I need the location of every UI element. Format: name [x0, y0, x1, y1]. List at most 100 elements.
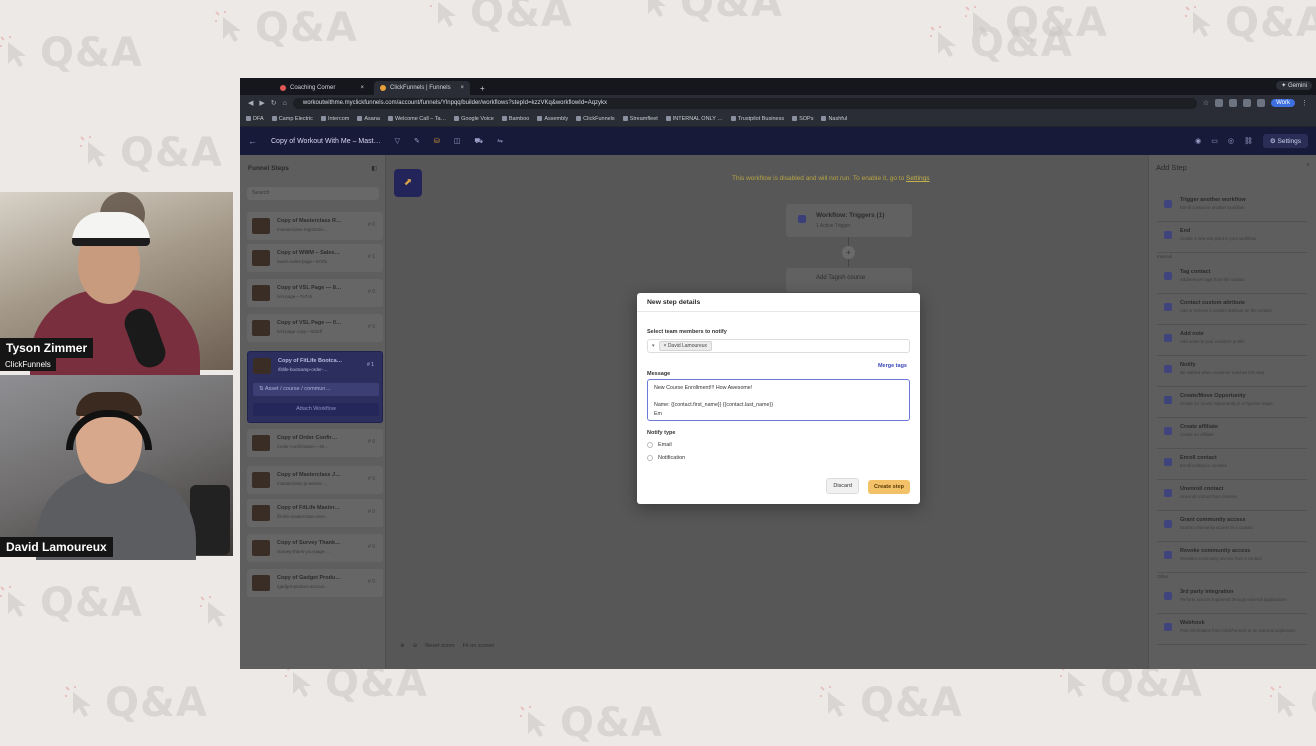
step-search-input[interactable]: Search [247, 187, 379, 200]
add-step-option[interactable]: Unenroll contact Unenroll contact from co… [1156, 482, 1312, 508]
funnel-step-item[interactable]: Copy of Masterclass R… /masterclass-regis… [247, 212, 383, 240]
add-step-option[interactable]: End Create a new exit point in your workf… [1156, 224, 1312, 250]
home-icon[interactable]: ⌂ [283, 100, 287, 107]
trigger-node[interactable]: Workflow: Triggers (1) 1 Active Trigger [786, 204, 912, 237]
discard-button[interactable]: Discard [826, 478, 859, 494]
option-description: Revokes community access from a contact [1180, 556, 1262, 561]
add-step-option[interactable]: 3rd party integration Perform actions sup… [1156, 585, 1312, 611]
bookmark-item[interactable]: Intercom [320, 116, 349, 122]
zoom-icon[interactable]: ⊕ [400, 643, 405, 649]
reload-icon[interactable]: ↻ [271, 99, 277, 107]
add-step-option[interactable]: Create/Move Opportunity Create (or move) … [1156, 389, 1312, 415]
extension-icon[interactable] [1257, 99, 1266, 107]
profile-button[interactable]: Work [1271, 99, 1295, 107]
funnel-step-item[interactable]: Copy of VSL Page — 8… /vsl-page—7e7c6 # 0 [247, 279, 383, 307]
zoom-out-icon[interactable]: ⊖ [413, 643, 418, 649]
collapse-panel-icon[interactable]: ◧ [371, 165, 377, 172]
notify-email-option[interactable]: Email [647, 442, 672, 448]
pencil-icon[interactable]: ✎ [414, 137, 420, 145]
modal-title: New step details [637, 293, 920, 312]
analytics-icon[interactable]: ⬈ [394, 169, 422, 197]
add-step-option[interactable]: Tag contact Add/remove tags from the cont… [1156, 265, 1312, 291]
extension-icon[interactable] [1215, 99, 1224, 107]
cart-icon[interactable]: ⛟ [474, 137, 483, 146]
panel-title: Add Step [1156, 163, 1187, 172]
funnel-step-item[interactable]: Copy of FitLife Bootca… /fitlife-bootcamp… [247, 351, 383, 423]
attach-workflow-button[interactable]: Attach Workflow [253, 403, 379, 416]
bookmark-star-icon[interactable]: ☆ [1203, 99, 1209, 107]
add-step-option[interactable]: Revoke community access Revokes community… [1156, 544, 1312, 570]
url-field[interactable]: workoutwithme.myclickfunnels.com/account… [292, 97, 1197, 109]
layout-icon[interactable]: ◫ [454, 137, 461, 145]
extension-icon[interactable] [1229, 99, 1238, 107]
device-icon[interactable]: ▭ [1211, 137, 1218, 145]
bookmark-item[interactable]: Streamfleet [622, 116, 658, 122]
bookmark-item[interactable]: Welcome Call – Ta… [387, 116, 446, 122]
settings-link[interactable]: Settings [906, 175, 930, 182]
tab-close-icon[interactable]: × [360, 85, 364, 91]
notify-notification-option[interactable]: Notification [647, 455, 685, 461]
back-arrow-icon[interactable]: ← [248, 136, 257, 146]
funnel-title[interactable]: Copy of Workout With Me – Mast… [271, 138, 381, 145]
create-step-button[interactable]: Create step [868, 480, 910, 494]
split-icon[interactable]: ⇋ [497, 137, 503, 145]
bookmark-item[interactable]: Bamboo [501, 116, 529, 122]
funnel-step-item[interactable]: Copy of Masterclass J… /masterclass-jv-as… [247, 466, 383, 494]
extension-icon[interactable] [1243, 99, 1252, 107]
funnel-step-item[interactable]: Copy of Gadget Produ… /gadget-product-acc… [247, 569, 383, 597]
team-members-select[interactable]: ▾ × David Lamoureux [647, 339, 910, 353]
bookmark-item[interactable]: Assembly [537, 116, 568, 122]
bookmark-item[interactable]: INTERNAL ONLY … [665, 116, 723, 122]
action-node[interactable]: Add Tagish course [786, 268, 912, 292]
message-textarea[interactable]: New Course Enrollment!!! How Awesome! Na… [647, 379, 910, 421]
funnel-step-item[interactable]: Copy of Order Confir… /order-confirmation… [247, 429, 383, 457]
option-label: Email [658, 442, 672, 448]
team-member-chip[interactable]: × David Lamoureux [658, 341, 713, 351]
bookmark-item[interactable]: Asana [357, 116, 380, 122]
link-icon[interactable]: ⛓ [1244, 137, 1253, 145]
funnel-step-item[interactable]: Copy of FitLife Master… /fit-life-masterc… [247, 499, 383, 527]
funnel-step-item[interactable]: Copy of VSL Page — 0… /vsl-page-copy—832d… [247, 314, 383, 342]
funnel-step-item[interactable]: Copy of Survey Thank… /survey-thank-you-p… [247, 534, 383, 562]
add-step-option[interactable]: Create affiliate Create an affiliate [1156, 420, 1312, 446]
add-step-option[interactable]: Notify Be notified when customer reaches … [1156, 358, 1312, 384]
add-step-plus-button[interactable]: + [842, 246, 855, 259]
new-tab-button[interactable]: + [474, 84, 491, 95]
bookmark-item[interactable]: Google Voice [454, 116, 494, 122]
menu-icon[interactable]: ⋮ [1301, 99, 1308, 107]
browser-tab-active[interactable]: ClickFunnels | Funnels × [374, 81, 470, 95]
bookmark-item[interactable]: DFA [246, 116, 264, 122]
close-icon[interactable]: × [1306, 162, 1310, 169]
preview-eye-icon[interactable]: ◎ [1228, 137, 1234, 145]
step-path: /survey-thank-you-page-… [277, 549, 331, 554]
radio-button[interactable] [647, 455, 653, 461]
tab-close-icon[interactable]: × [460, 85, 464, 91]
forward-icon[interactable]: ▶ [259, 99, 264, 107]
bookmark-item[interactable]: Nashful [821, 116, 847, 122]
funnel-step-item[interactable]: Copy of WWM – Sales… /wwm-sales-page-–97d… [247, 244, 383, 272]
workflow-icon[interactable]: ⛁ [434, 137, 440, 145]
add-step-option[interactable]: Enroll contact Enroll contact in courses [1156, 451, 1312, 477]
add-step-option[interactable]: Add note Add notes to your contact's prof… [1156, 327, 1312, 353]
add-step-option[interactable]: Contact custom attribute Add or remove a … [1156, 296, 1312, 322]
bookmark-item[interactable]: SOPs [792, 116, 813, 122]
reset-zoom-button[interactable]: Reset zoom [425, 643, 454, 649]
add-step-option[interactable]: Grant community access Grants community a… [1156, 513, 1312, 539]
gemini-button[interactable]: ✦ Gemini [1276, 81, 1312, 90]
bookmark-item[interactable]: Camp Electric [271, 116, 313, 122]
bookmark-item[interactable]: Trustpilot Business [730, 116, 784, 122]
dropdown-icon[interactable]: ▽ [395, 137, 400, 145]
bookmark-item[interactable]: ClickFunnels [576, 116, 615, 122]
option-title: Create affiliate [1180, 424, 1218, 430]
add-step-option[interactable]: Webhook Post information from ClickFunnel… [1156, 616, 1312, 642]
radio-button[interactable] [647, 442, 653, 448]
fit-screen-button[interactable]: Fit on screen [463, 643, 495, 649]
browser-tab[interactable]: Coaching Corner × [274, 81, 370, 95]
merge-tags-link[interactable]: Merge tags [878, 363, 907, 369]
add-step-option[interactable]: Trigger another workflow Enroll contact i… [1156, 193, 1312, 219]
back-icon[interactable]: ◀ [248, 99, 253, 107]
step-workflow-item[interactable]: ⇅ Asset / course / commun… [253, 383, 379, 396]
help-icon[interactable]: ◉ [1195, 137, 1201, 145]
cursor-click-icon [640, 0, 674, 20]
settings-button[interactable]: ⚙ Settings [1262, 134, 1308, 148]
